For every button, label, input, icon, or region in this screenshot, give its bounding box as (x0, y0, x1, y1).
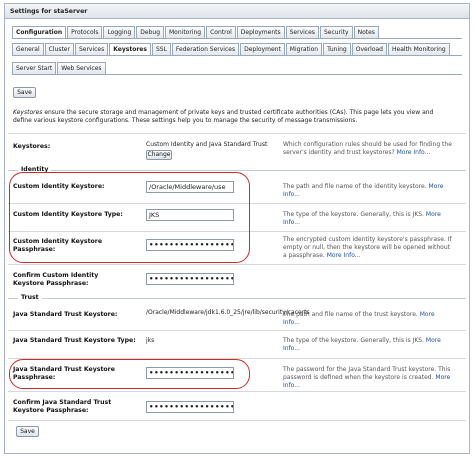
secondary-tab-bar: General Cluster Services Keystores SSL F… (12, 43, 451, 56)
trust-section-title: Trust (18, 294, 42, 301)
confirm-java-standard-trust-passphrase-input[interactable]: •••••••••••••••••••• (146, 401, 234, 413)
divider (8, 391, 466, 392)
primary-tab-divider (12, 38, 462, 39)
trust-passphrase-highlight-oval (9, 359, 250, 389)
trust-section-rule (8, 298, 466, 299)
subtab-server-start[interactable]: Server Start (12, 62, 57, 74)
identity-highlight-oval (9, 172, 250, 263)
secondary-tab-divider (12, 55, 462, 56)
java-standard-trust-keystore-type-value: jks (146, 337, 155, 344)
subtab-overload[interactable]: Overload (351, 43, 387, 55)
keystores-value: Custom Identity and Java Standard Trust (146, 141, 268, 148)
java-standard-trust-keystore-label: Java Standard Trust Keystore: (13, 311, 118, 318)
subtab-ssl[interactable]: SSL (151, 43, 171, 55)
subtab-general[interactable]: General (12, 43, 44, 55)
custom-identity-keystore-type-help: The type of the keystore. Generally, thi… (283, 211, 453, 227)
tab-protocols[interactable]: Protocols (67, 26, 103, 38)
java-standard-trust-keystore-type-label: Java Standard Trust Keystore Type: (13, 337, 136, 344)
divider (8, 420, 466, 421)
tab-control[interactable]: Control (206, 26, 236, 38)
confirm-java-standard-trust-passphrase-label: Confirm Java Standard Trust Keystore Pas… (13, 399, 112, 414)
change-button[interactable]: Change (146, 150, 172, 160)
tab-debug[interactable]: Debug (136, 26, 164, 38)
custom-identity-passphrase-help-text: The encrypted custom identity keystore's… (283, 236, 452, 259)
java-standard-trust-keystore-type-help: The type of the keystore. Generally, thi… (283, 337, 453, 353)
java-standard-trust-keystore-help: The path and file name of the trust keys… (283, 311, 453, 327)
window-title: Settings for staServer (5, 4, 469, 19)
save-button-bottom[interactable]: Save (16, 426, 39, 437)
description-term: Keystores (13, 109, 43, 116)
custom-identity-passphrase-more-info-link[interactable]: More Info... (327, 252, 361, 259)
java-standard-trust-passphrase-help-text: The password for the Java Standard Trust… (283, 366, 451, 381)
divider (8, 330, 466, 331)
subtab-migration[interactable]: Migration (285, 43, 323, 55)
tab-services[interactable]: Services (285, 26, 319, 38)
subtab-deployment[interactable]: Deployment (240, 43, 285, 55)
divider (8, 264, 466, 265)
tab-deployments[interactable]: Deployments (236, 26, 285, 38)
divider (8, 133, 466, 134)
confirm-custom-identity-passphrase-label: Confirm Custom Identity Keystore Passphr… (13, 272, 99, 287)
tertiary-tab-divider (12, 74, 462, 75)
keystores-help: Which configuration rules should be used… (283, 141, 453, 157)
description-text: ensure the secure storage and management… (13, 109, 434, 124)
save-button-top[interactable]: Save (13, 87, 36, 98)
subtab-cluster[interactable]: Cluster (44, 43, 74, 55)
tab-logging[interactable]: Logging (103, 26, 136, 38)
tab-monitoring[interactable]: Monitoring (165, 26, 206, 38)
keystores-more-info-link[interactable]: More Info... (397, 149, 431, 156)
trust-section-header: Trust (8, 294, 466, 302)
java-standard-trust-keystore-value: /Oracle/Middleware/jdk1.6.0_25/jre/lib/s… (146, 309, 310, 316)
keystores-label: Keystores: (13, 143, 51, 150)
primary-tab-bar: Configuration Protocols Logging Debug Mo… (12, 26, 380, 39)
confirm-custom-identity-passphrase-input[interactable]: •••••••••••••••••••• (146, 273, 234, 285)
java-standard-trust-keystore-help-text: The path and file name of the trust keys… (283, 311, 418, 318)
tab-security[interactable]: Security (319, 26, 353, 38)
identity-section-rule (8, 170, 466, 171)
tertiary-tab-bar: Server Start Web Services (12, 62, 107, 74)
subtab-tuning[interactable]: Tuning (323, 43, 351, 55)
tab-notes[interactable]: Notes (353, 26, 379, 38)
java-standard-trust-passphrase-help: The password for the Java Standard Trust… (283, 366, 453, 390)
subtab-federation-services[interactable]: Federation Services (171, 43, 240, 55)
custom-identity-keystore-type-help-text: The type of the keystore. Generally, thi… (283, 211, 424, 218)
subtab-services[interactable]: Services (74, 43, 109, 55)
subtab-web-services[interactable]: Web Services (57, 62, 106, 74)
custom-identity-passphrase-help: The encrypted custom identity keystore's… (283, 236, 453, 260)
custom-identity-keystore-help: The path and file name of the identity k… (283, 183, 453, 199)
java-standard-trust-keystore-type-help-text: The type of the keystore. Generally, thi… (283, 337, 424, 344)
subtab-health-monitoring[interactable]: Health Monitoring (388, 43, 450, 55)
page-description: Keystores ensure the secure storage and … (13, 109, 453, 125)
custom-identity-keystore-help-text: The path and file name of the identity k… (283, 183, 427, 190)
